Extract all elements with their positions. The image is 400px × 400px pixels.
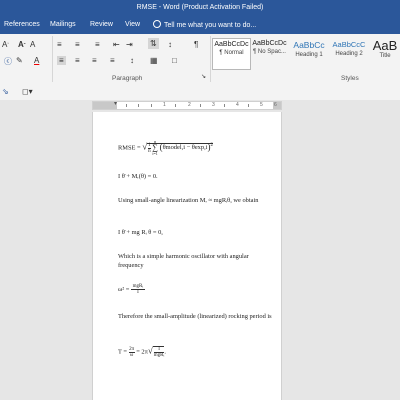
tab-view[interactable]: View [125,21,140,28]
style-sample: AaBbCcDc [214,41,249,48]
style-sample: AaB [372,38,398,53]
nav-pane-icon[interactable]: ⇘ [2,87,9,96]
tell-me-text: Tell me what you want to do... [164,22,257,29]
bullets-icon[interactable]: ≡ [57,40,62,49]
separator [210,36,211,82]
equation-of-motion[interactable]: I θ̈ + Mᵣ(θ) = 0. [118,172,273,181]
linearization-text[interactable]: Using small-angle linearization Mᵣ ≈ mgR… [118,196,273,205]
multilevel-list-icon[interactable]: ≡ [95,40,100,49]
align-left-icon[interactable]: ≡ [57,56,66,65]
justify-icon[interactable]: ≡ [110,56,115,65]
tab-review[interactable]: Review [90,21,113,28]
sum-lower-limit: i=1 [152,151,158,156]
document-page[interactable]: RMSE = √1 n n ∑ i=1 (θmodel,i − θexp,i)2 I … [92,112,282,400]
style-name: Heading 1 [295,52,323,58]
sort-icon[interactable]: ⇅ [148,38,159,49]
decrease-indent-icon[interactable]: ⇤ [113,40,120,49]
styles-group-label: Styles [341,75,359,82]
title-bar: RMSE - Word (Product Activation Failed) [0,0,400,17]
ruler-tick [175,104,176,107]
align-right-icon[interactable]: ≡ [92,56,97,65]
clear-formatting-icon[interactable]: A [30,40,35,49]
pilcrow-icon[interactable]: ¶ [194,40,198,49]
style-name: Title [379,53,391,59]
separator [52,36,53,82]
font-grow-icon[interactable]: Aˇ [2,40,9,49]
sort-az-icon[interactable]: ↕ [168,40,172,49]
sum-body: θmodel,i − θexp,i [162,144,208,152]
increase-indent-icon[interactable]: ⇥ [126,40,133,49]
style-title[interactable]: AaB Title [370,38,400,68]
period-mid: = 2π [134,348,148,356]
linearized-equation[interactable]: I θ̈ + mg Rᵢ θ = 0, [118,228,273,237]
line-spacing-icon[interactable]: ↕ [130,56,134,65]
oscillator-text[interactable]: Which is a simple harmonic oscillator wi… [118,252,273,270]
ribbon-tabs: References Mailings Review View Tell me … [0,17,400,34]
align-center-icon[interactable]: ≡ [75,56,80,65]
ruler-tick [151,104,152,107]
style-sample: AaBbCcDc [252,40,287,47]
font-color-icon[interactable]: A [34,56,39,65]
highlight-icon[interactable]: ✎ [16,56,23,65]
tab-references[interactable]: References [4,21,40,28]
ruler-number: 5 [260,102,263,108]
shading-icon[interactable]: ▦ [150,56,158,65]
frac-denominator: I [130,289,145,295]
select-dropdown-icon[interactable]: ◻▾ [22,87,33,96]
ruler-number: 3 [212,102,215,108]
style-normal[interactable]: AaBbCcDc ¶ Normal [212,38,251,70]
numbering-icon[interactable]: ≡ [75,40,80,49]
window-title: RMSE - Word (Product Activation Failed) [136,4,264,11]
period-lhs: T = [118,348,129,356]
ruler-number: 2 [188,102,191,108]
ruler-number: 1 [163,102,166,108]
style-heading-2[interactable]: AaBbCcC Heading 2 [330,38,368,68]
indent-marker-icon[interactable]: ▾ [114,100,117,107]
borders-icon[interactable]: □ [172,56,177,65]
exponent: 2 [210,143,213,149]
period-text[interactable]: Therefore the small-amplitude (linearize… [118,312,273,321]
style-sample: AaBbCcC [332,40,366,49]
tell-me-search[interactable]: Tell me what you want to do... [153,20,256,29]
sqrt-body: ImgRᵢ [152,346,165,358]
style-heading-1[interactable]: AaBbCc Heading 1 [290,38,328,68]
paragraph-launcher-icon[interactable]: ↘ [201,73,206,80]
ruler-tick [200,104,201,107]
omega-equation[interactable]: ω² = mgRᵢ I [118,284,273,295]
ribbon: Aˇ Aˇ A ⓒ ✎ A ≡ ≡ ≡ ⇤ ⇥ ⇅ ↕ ¶ ≡ ≡ ≡ ≡ ↕ … [0,34,400,87]
rmse-equation[interactable]: RMSE = √1 n n ∑ i=1 (θmodel,i − θexp,i)2 [118,140,273,156]
ruler-tick [126,104,127,107]
ruler-tick [248,104,249,107]
eq-prefix: RMSE = [118,144,143,152]
view-toolbar: ⇘ ◻▾ [0,86,400,100]
paragraph-group-label: Paragraph [112,75,143,82]
ruler-number: 6 [274,102,277,108]
style-name: ¶ No Spac... [253,49,286,55]
style-no-spacing[interactable]: AaBbCcDc ¶ No Spac... [251,38,288,68]
style-name: ¶ Normal [219,50,244,56]
ruler-tick [224,104,225,107]
omega-lhs: ω² = [118,285,131,293]
tab-mailings[interactable]: Mailings [50,21,76,28]
style-sample: AaBbCc [293,40,325,50]
style-name: Heading 2 [335,51,363,57]
sqrt-body: 1n n ∑ i=1 (θmodel,i − θexp,i)2 [147,140,213,156]
frac-denominator: n [148,147,151,154]
font-shrink-icon[interactable]: Aˇ [18,40,25,49]
ruler-number: 4 [236,102,239,108]
lightbulb-icon [153,20,161,28]
ruler-tick [138,104,139,107]
text-effects-icon[interactable]: ⓒ [4,56,12,67]
period-equation[interactable]: T = 2π ω = 2π√ ImgRᵢ. [118,346,273,358]
horizontal-ruler[interactable]: ▾ 1 2 3 4 5 6 [92,101,282,110]
frac-denominator: mgRᵢ [153,352,165,358]
